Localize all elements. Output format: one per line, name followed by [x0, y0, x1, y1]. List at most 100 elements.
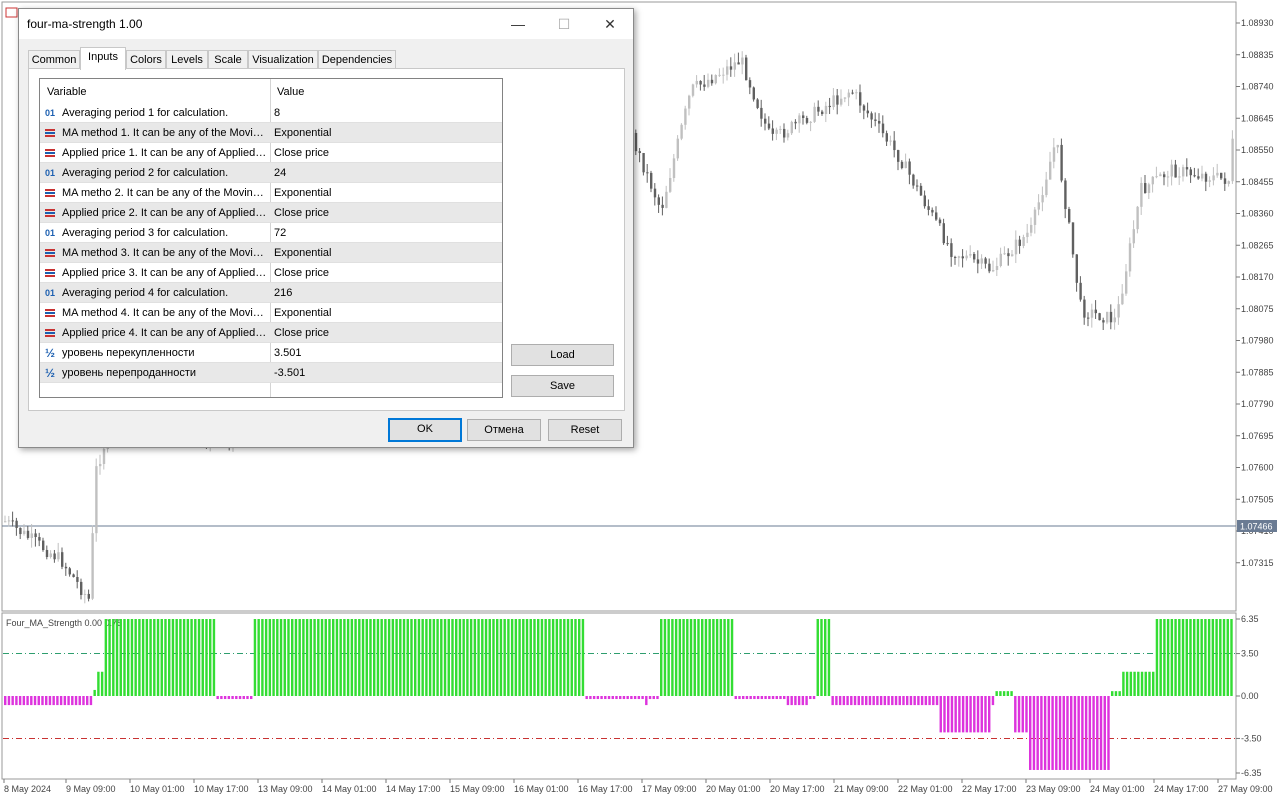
input-value[interactable]: Exponential: [274, 247, 332, 259]
candle-body: [15, 520, 18, 528]
input-value[interactable]: Close price: [274, 207, 329, 219]
input-value[interactable]: Close price: [274, 267, 329, 279]
input-value[interactable]: Close price: [274, 147, 329, 159]
candle-body: [729, 66, 733, 70]
candle-body: [1071, 222, 1075, 255]
histogram-bar: [138, 619, 141, 696]
candle-body: [11, 520, 14, 522]
load-button[interactable]: Load: [511, 344, 614, 366]
histogram-bar: [410, 619, 413, 696]
ok-button[interactable]: OK: [388, 418, 462, 442]
input-value[interactable]: -3.501: [274, 367, 305, 379]
candle-body: [878, 120, 881, 124]
histogram-bar: [1118, 691, 1121, 696]
input-row[interactable]: MA method 1. It can be any of the Moving…: [40, 123, 502, 143]
histogram-bar: [443, 619, 447, 696]
input-row[interactable]: ½ уровень перекупленности 3.501: [40, 343, 502, 363]
candle-body: [1189, 169, 1192, 176]
input-value[interactable]: 3.501: [274, 347, 302, 359]
dialog-titlebar[interactable]: four-ma-strength 1.00 — ☐ ✕: [19, 9, 633, 39]
input-row[interactable]: 01 Averaging period 2 for calculation. 24: [40, 163, 502, 183]
input-value[interactable]: 216: [274, 287, 292, 299]
minimize-icon[interactable]: —: [495, 9, 541, 39]
tab-scale[interactable]: Scale: [208, 50, 248, 69]
candle-body: [794, 121, 797, 124]
cancel-button[interactable]: Отмена: [467, 419, 541, 441]
histogram-bar: [786, 696, 790, 706]
candle-body: [61, 552, 64, 567]
candle-body: [1106, 311, 1109, 323]
histogram-bar: [48, 696, 52, 706]
candle-body: [923, 195, 926, 207]
tab-common[interactable]: Common: [28, 50, 80, 69]
histogram-bar: [783, 696, 786, 700]
input-row[interactable]: Applied price 1. It can be any of Applie…: [40, 143, 502, 163]
input-value[interactable]: Close price: [274, 327, 329, 339]
input-row[interactable]: 01 Averaging period 4 for calculation. 216: [40, 283, 502, 303]
input-row[interactable]: Applied price 3. It can be any of Applie…: [40, 263, 502, 283]
histogram-bar: [41, 696, 44, 706]
histogram-bar: [4, 696, 7, 706]
save-button[interactable]: Save: [511, 375, 614, 397]
histogram-bar: [209, 619, 212, 696]
histogram-bar: [894, 696, 898, 706]
input-row[interactable]: 01 Averaging period 3 for calculation. 72: [40, 223, 502, 243]
input-value[interactable]: Exponential: [274, 187, 332, 199]
input-row[interactable]: 01 Averaging period 1 for calculation. 8: [40, 103, 502, 123]
candle-body: [912, 174, 915, 186]
candle-body: [862, 105, 866, 111]
input-value[interactable]: 24: [274, 167, 286, 179]
input-row[interactable]: ½ уровень перепроданности -3.501: [40, 363, 502, 383]
candle-body: [748, 80, 752, 88]
candle-body: [1109, 311, 1113, 323]
histogram-bar: [197, 619, 201, 696]
candle-body: [847, 92, 850, 98]
input-row[interactable]: MA metho 2. It can be any of the Moving …: [40, 183, 502, 203]
histogram-bar: [328, 619, 331, 696]
candle-body: [646, 172, 649, 174]
tab-visualization[interactable]: Visualization: [248, 50, 318, 69]
input-row[interactable]: Applied price 2. It can be any of Applie…: [40, 203, 502, 223]
candle-body: [824, 105, 828, 115]
histogram-bar: [100, 671, 104, 696]
histogram-bar: [630, 696, 633, 700]
input-variable-name: MA method 3. It can be any of the Moving…: [62, 247, 268, 259]
input-value[interactable]: 72: [274, 227, 286, 239]
histogram-bar: [596, 696, 600, 700]
histogram-bar: [1025, 696, 1028, 733]
histogram-bar: [447, 619, 450, 696]
input-row[interactable]: MA method 4. It can be any of the Moving…: [40, 303, 502, 323]
close-icon[interactable]: ✕: [587, 9, 633, 39]
input-row[interactable]: Applied price 4. It can be any of Applie…: [40, 323, 502, 343]
histogram-bar: [611, 696, 614, 700]
histogram-bar: [984, 696, 987, 733]
tab-inputs[interactable]: Inputs: [80, 47, 126, 70]
histogram-bar: [1226, 619, 1229, 696]
input-value[interactable]: 8: [274, 107, 280, 119]
double-icon: ½: [44, 366, 55, 380]
tab-dependencies[interactable]: Dependencies: [318, 50, 396, 69]
tab-colors[interactable]: Colors: [126, 50, 166, 69]
enum-icon: [44, 247, 56, 259]
reset-button[interactable]: Reset: [548, 419, 622, 441]
histogram-bar: [1032, 696, 1036, 770]
histogram-bar: [514, 619, 518, 696]
input-value[interactable]: Exponential: [274, 307, 332, 319]
histogram-bar: [652, 696, 655, 700]
histogram-bar: [879, 696, 883, 706]
input-row[interactable]: MA method 3. It can be any of the Moving…: [40, 243, 502, 263]
input-value[interactable]: Exponential: [274, 127, 332, 139]
histogram-bar: [52, 696, 55, 706]
candle-body: [1223, 178, 1227, 184]
histogram-bar: [421, 619, 424, 696]
candle-body: [1056, 144, 1059, 148]
histogram-bar: [1152, 671, 1155, 696]
histogram-bar: [995, 691, 998, 696]
histogram-bar: [812, 696, 816, 700]
tab-levels[interactable]: Levels: [166, 50, 208, 69]
histogram-bar: [816, 619, 819, 696]
histogram-bar: [74, 696, 78, 706]
candle-body: [832, 95, 835, 108]
candle-body: [828, 105, 831, 108]
histogram-bar: [1002, 691, 1006, 696]
